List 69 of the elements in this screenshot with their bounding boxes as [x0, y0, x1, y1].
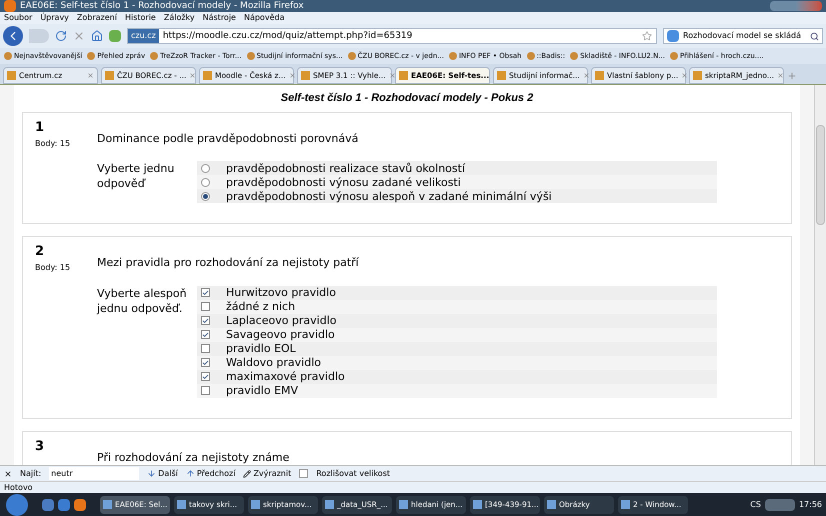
checkbox[interactable] [201, 316, 210, 325]
answer-option: Savageovo pravidlo [226, 329, 335, 340]
question-number: 1 [35, 120, 46, 134]
match-case-label: Rozlišovat velikost [316, 468, 390, 480]
language-indicator[interactable]: CS [750, 498, 761, 510]
scrollbar[interactable] [814, 85, 826, 465]
answer-option: pravidlo EOL [226, 343, 296, 354]
home-icon[interactable] [91, 30, 103, 42]
search-value: Rozhodovací model se skládá [683, 32, 802, 40]
find-label: Najít: [20, 468, 42, 480]
match-case-checkbox[interactable] [299, 469, 308, 478]
address-field[interactable]: czu.cz https://moodle.czu.cz/mod/quiz/attempt.php?id=65319 [127, 28, 657, 44]
quiz-title: Self-test číslo 1 - Rozhodovací modely - Pokus 2 [280, 91, 534, 106]
answer-option: žádné z nich [226, 301, 296, 312]
status-text: Hotovo [4, 484, 33, 492]
checkbox[interactable] [201, 386, 210, 395]
answer-option: pravděpodobnosti výnosu alespoň v zadané minimální výši [226, 190, 552, 202]
answer-instruction: Vyberte alespoň jednu odpověď. [97, 286, 188, 316]
question-text: Při rozhodování za nejistoty známe [97, 450, 290, 465]
arrow-up-icon [186, 469, 195, 478]
answer-option: Laplaceovo pravidlo [226, 315, 337, 326]
answer-option: Waldovo pravidlo [226, 357, 321, 368]
new-tab-icon[interactable] [787, 71, 797, 81]
menu-item[interactable]: Záložky [164, 14, 195, 22]
menu-item[interactable]: Úpravy [40, 14, 69, 22]
pencil-icon [243, 470, 252, 478]
search-field[interactable]: Rozhodovací model se skládá [663, 28, 823, 44]
points-label: Body: 15 [35, 138, 72, 150]
next-button[interactable]: Další [147, 468, 178, 480]
menu-item[interactable]: Nástroje [202, 14, 236, 22]
arrow-down-icon [147, 469, 156, 478]
menu-item[interactable]: Zobrazení [76, 14, 117, 22]
menu-item[interactable]: Soubor [4, 14, 32, 22]
answer-option: pravděpodobnosti výnosu zadané velikosti [226, 176, 461, 188]
checkbox[interactable] [201, 330, 210, 339]
question-text: Dominance podle pravděpodobnosti porovnává [97, 130, 360, 146]
previous-button[interactable]: Předchozí [186, 468, 236, 480]
answer-option: pravděpodobnosti realizace stavů okolností [226, 162, 465, 174]
checkbox[interactable] [201, 344, 210, 353]
star-icon[interactable] [642, 31, 652, 41]
highlight-button[interactable]: Zvýraznit [243, 468, 292, 480]
start-button[interactable] [6, 494, 28, 516]
back-button[interactable] [3, 26, 23, 46]
answer-option: pravidlo EMV [226, 385, 298, 396]
radio-button[interactable] [201, 178, 210, 186]
answer-instruction: Vyberte jednu odpověď [97, 161, 176, 192]
window-title: EAE06E: Self-test číslo 1 - Rozhodovací modely - Mozilla Firefox [20, 2, 304, 10]
url-text: https://moodle.czu.cz/mod/quiz/attempt.php?id=65319 [162, 32, 412, 40]
points-label: Body: 15 [35, 262, 72, 274]
reload-icon[interactable] [55, 30, 67, 42]
answer-option: Hurwitzovo pravidlo [226, 287, 336, 298]
checkbox[interactable] [201, 288, 210, 297]
menu-item[interactable]: Nápověda [244, 14, 284, 22]
stop-icon[interactable] [73, 30, 85, 42]
question-number: 2 [35, 245, 46, 258]
question-number: 3 [35, 440, 46, 452]
radio-button[interactable] [201, 164, 210, 172]
checkbox[interactable] [201, 302, 210, 311]
site-identity[interactable]: czu.cz [128, 29, 159, 43]
search-icon[interactable] [810, 32, 819, 40]
answer-option: maximaxové pravidlo [226, 371, 345, 382]
checkbox[interactable] [201, 358, 210, 367]
question-text: Mezi pravidla pro rozhodování za nejistoty patří [97, 255, 360, 271]
find-field[interactable]: neutr [49, 467, 140, 480]
clock[interactable]: 17:56 [798, 498, 822, 510]
checkbox[interactable] [201, 372, 210, 381]
menu-item[interactable]: Historie [124, 14, 156, 22]
close-icon[interactable] [4, 470, 12, 478]
radio-button[interactable] [201, 192, 210, 200]
